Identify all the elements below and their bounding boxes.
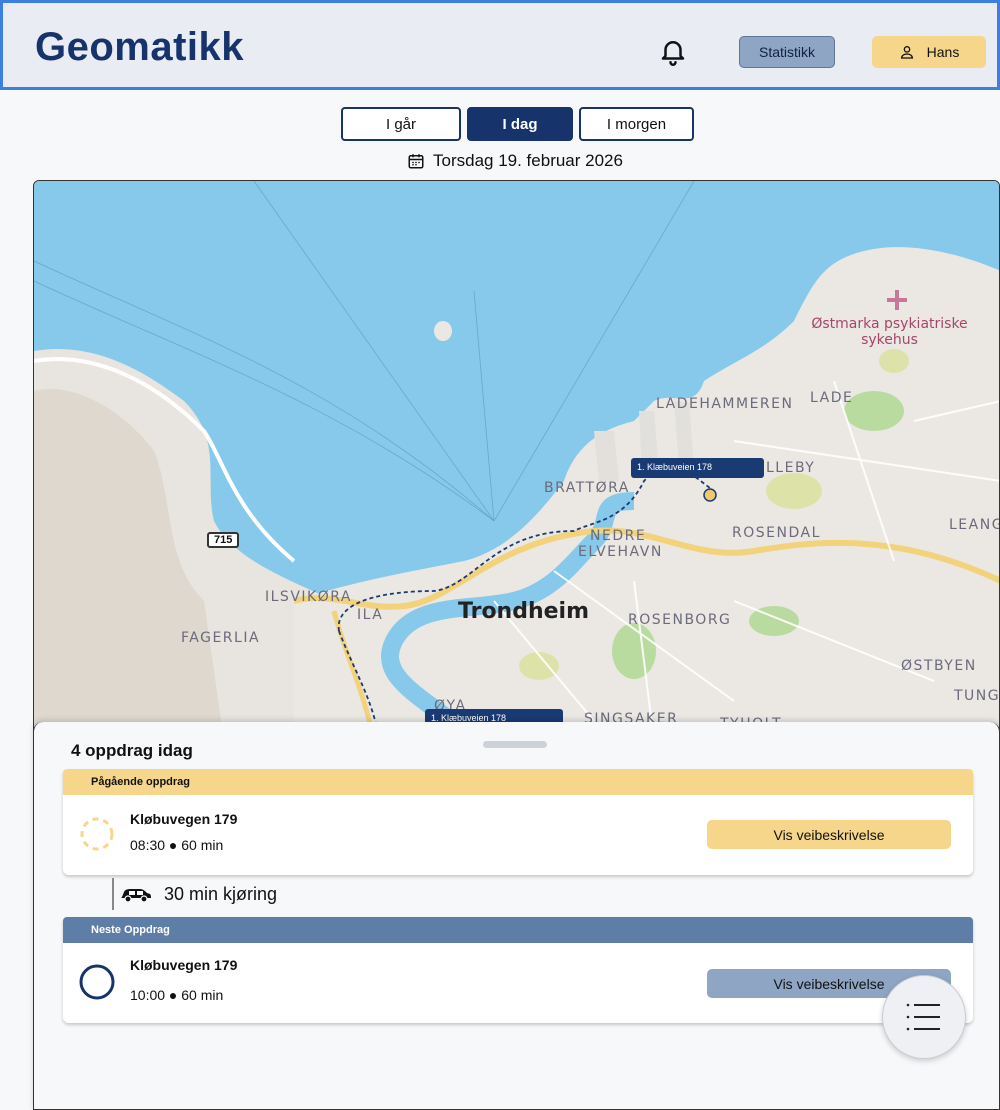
current-assignment-address: Kløbuvegen 179 [130, 811, 238, 827]
map-label-ladehammeren: LADEHAMMEREN [656, 396, 794, 412]
user-button[interactable]: Hans [872, 36, 986, 68]
statistics-button[interactable]: Statistikk [739, 36, 835, 68]
date-label: Torsdag 19. februar 2026 [433, 151, 623, 170]
car-icon [121, 889, 151, 903]
road-shield-715: 715 [207, 532, 240, 548]
map-label-brattora: BRATTØRA [544, 480, 630, 496]
map-canvas [34, 181, 999, 739]
menu-icon [906, 1003, 940, 1031]
map-label-ostbyen: ØSTBYEN [901, 658, 977, 674]
upcoming-icon [79, 964, 115, 1000]
map-label-tung: TUNG [954, 688, 1000, 704]
day-tabs: I går I dag I morgen [341, 107, 694, 141]
assignments-count-title: 4 oppdrag idag [71, 741, 193, 760]
current-assignment-time: 08:30 ● 60 min [130, 837, 224, 853]
calendar-icon [408, 154, 424, 169]
map-label-rosendal: ROSENDAL [732, 525, 821, 541]
driving-time-label: 30 min kjøring [164, 883, 278, 904]
map-label-hospital-line1: Østmarka psykiatriske [811, 316, 968, 332]
menu-button[interactable] [882, 975, 966, 1059]
sheet-drag-handle[interactable] [483, 741, 547, 748]
map-label-fagerlia: FAGERLIA [181, 630, 261, 646]
app-logo[interactable]: Geomatikk [35, 25, 244, 70]
next-assignment-time: 10:00 ● 60 min [130, 987, 224, 1003]
map-label-nedre-line2: ELVEHAVN [578, 544, 663, 560]
next-assignment-card[interactable]: Neste Oppdrag Kløbuvegen 179 10:00 ● 60 … [63, 917, 973, 1023]
driving-time: 30 min kjøring [112, 878, 277, 910]
map-pin-destination[interactable]: 1. Klæbuveien 178 [631, 458, 764, 478]
in-progress-icon [80, 817, 114, 851]
assignments-sheet: 4 oppdrag idag Pågående oppdrag Kløbuveg… [33, 722, 1000, 1110]
map-label-ilsvikora: ILSVIKØRA [265, 589, 352, 605]
map-label-nedre-line1: NEDRE [590, 528, 647, 544]
map-label-trondheim: Trondheim [458, 599, 590, 624]
user-icon [900, 46, 913, 59]
tab-today[interactable]: I dag [467, 107, 573, 141]
next-assignment-body: Kløbuvegen 179 10:00 ● 60 min Vis veibes… [63, 943, 973, 1023]
map-label-hospital: Østmarka psykiatriske sykehus [807, 316, 972, 348]
next-assignment-address: Kløbuvegen 179 [130, 957, 238, 973]
tab-tomorrow[interactable]: I morgen [579, 107, 694, 141]
map-label-rosenborg: ROSENBORG [628, 612, 732, 628]
current-assignment-card[interactable]: Pågående oppdrag Kløbuvegen 179 08:30 ● … [63, 769, 973, 875]
user-label: Hans [926, 44, 960, 60]
map-view[interactable]: Østmarka psykiatriske sykehus LADEHAMMER… [33, 180, 1000, 740]
next-assignment-header: Neste Oppdrag [63, 917, 973, 943]
statistics-label: Statistikk [758, 44, 815, 60]
map-label-lleby: LLEBY [766, 460, 816, 476]
map-label-lade: LADE [810, 390, 854, 406]
date-display: Torsdag 19. februar 2026 [407, 151, 623, 171]
current-assignment-body: Kløbuvegen 179 08:30 ● 60 min Vis veibes… [63, 795, 973, 875]
map-label-hospital-line2: sykehus [861, 332, 918, 348]
bell-icon[interactable] [658, 36, 688, 66]
current-directions-button[interactable]: Vis veibeskrivelse [707, 820, 951, 849]
current-assignment-header: Pågående oppdrag [63, 769, 973, 795]
map-label-leang: LEANG [949, 517, 1000, 533]
map-label-ila: ILA [357, 607, 384, 623]
tab-yesterday[interactable]: I går [341, 107, 461, 141]
app-header: Geomatikk Statistikk Hans [0, 0, 1000, 90]
map-label-nedre: NEDRE ELVEHAVN [578, 528, 663, 560]
